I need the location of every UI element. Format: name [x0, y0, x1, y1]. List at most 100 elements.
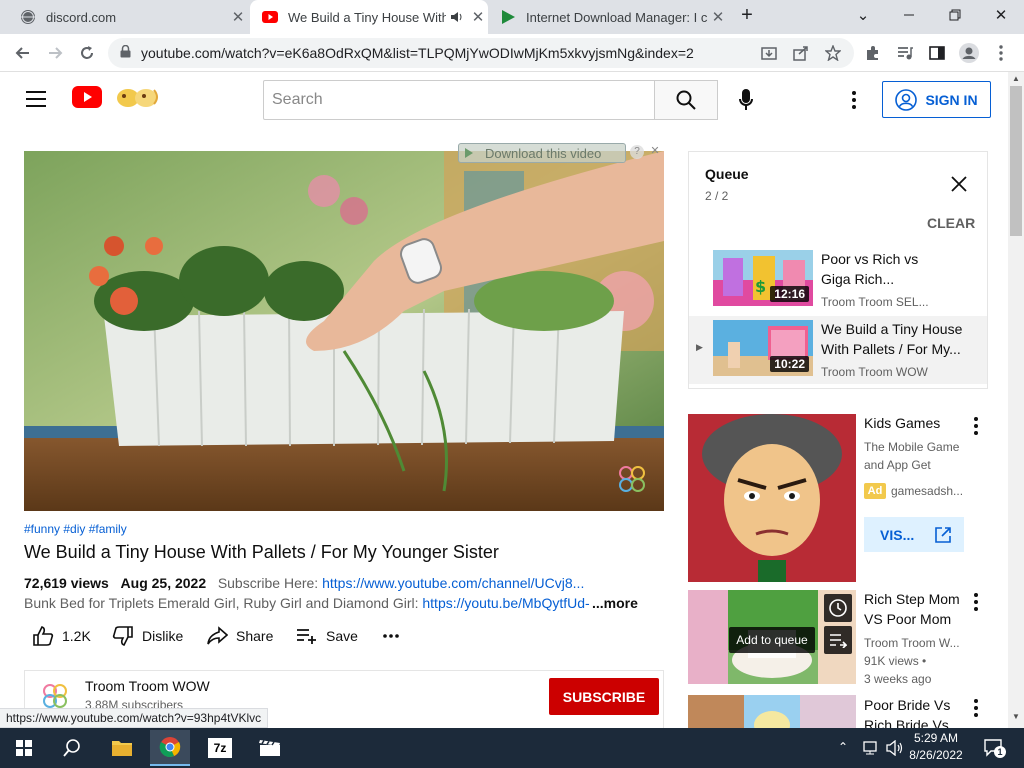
globe-icon [21, 10, 35, 24]
media-control-icon[interactable] [894, 42, 916, 64]
download-close-icon[interactable]: ✕ [648, 144, 662, 158]
subscribe-prefix: Subscribe Here: [217, 575, 319, 591]
tab-title: Internet Download Manager: I ca [526, 9, 708, 25]
back-arrow-icon[interactable] [12, 42, 34, 64]
ad-visit-button[interactable]: VIS... [864, 517, 964, 552]
clear-queue-button[interactable]: CLEAR [927, 215, 975, 231]
bookmark-star-icon[interactable] [822, 42, 844, 64]
queue-item[interactable]: $ 12:16 Poor vs Rich vs Giga Rich... Tro… [689, 242, 987, 310]
tab-idm[interactable]: Internet Download Manager: I ca ✕ [488, 0, 728, 34]
search-icon[interactable] [52, 732, 92, 764]
channel-avatar[interactable] [42, 683, 68, 709]
duration-badge: 10:22 [770, 356, 809, 372]
volume-icon[interactable] [886, 739, 904, 761]
restore-button[interactable] [932, 0, 978, 30]
close-queue-icon[interactable] [951, 176, 971, 196]
tab-discord[interactable]: discord.com ✕ [8, 0, 248, 34]
windows-start-icon[interactable] [4, 732, 44, 764]
channel-name[interactable]: Troom Troom WOW [85, 678, 210, 694]
lock-icon [120, 44, 131, 61]
ad-more-icon[interactable] [968, 416, 984, 436]
video-frame [24, 151, 664, 511]
search-button[interactable] [654, 80, 718, 120]
forward-arrow-icon[interactable] [44, 42, 66, 64]
download-video-button[interactable]: Download this video [458, 143, 626, 163]
search-input[interactable]: Search [263, 80, 655, 120]
tab-close-icon[interactable]: ✕ [708, 8, 728, 26]
ad-thumbnail[interactable] [688, 414, 856, 582]
tab-close-icon[interactable]: ✕ [228, 8, 248, 26]
queue-position: 2 / 2 [705, 189, 729, 203]
voice-search-button[interactable] [726, 80, 766, 120]
tab-search-chevron-icon[interactable]: ⌄ [840, 0, 886, 30]
doodle-logo-icon[interactable] [114, 84, 164, 110]
browser-tab-strip: discord.com ✕ We Build a Tiny House With… [0, 0, 1024, 34]
channel-link[interactable]: https://www.youtube.com/channel/UCvj8... [322, 575, 584, 591]
subscribe-button[interactable]: SUBSCRIBE [549, 678, 659, 715]
add-to-queue-tooltip: Add to queue [729, 627, 815, 653]
hamburger-menu-icon[interactable] [26, 91, 46, 107]
file-explorer-icon[interactable] [102, 732, 142, 764]
playlist-add-icon [297, 629, 316, 644]
like-button[interactable]: 1.2K [32, 624, 91, 648]
scroll-up-arrow-icon[interactable]: ▲ [1012, 74, 1020, 83]
queue-item-current[interactable]: ▶ 10:22 We Build a Tiny House With Palle… [689, 316, 987, 384]
more-actions-button[interactable] [382, 624, 408, 648]
extensions-puzzle-icon[interactable] [862, 42, 884, 64]
ad-title[interactable]: Kids Games [864, 413, 940, 433]
add-to-queue-icon[interactable] [824, 626, 852, 654]
duration-badge: 12:16 [770, 286, 809, 302]
tab-youtube[interactable]: We Build a Tiny House With ✕ [250, 0, 488, 34]
title-line: Poor Bride Vs [864, 697, 951, 713]
ad-description-line: and App Get [864, 458, 931, 472]
watch-later-icon[interactable] [824, 594, 852, 622]
network-icon[interactable] [862, 740, 880, 761]
title-line: VS Poor Mom [864, 611, 952, 627]
minimize-button[interactable] [886, 0, 932, 30]
new-tab-button[interactable]: + [730, 0, 764, 30]
side-panel-icon[interactable] [926, 42, 948, 64]
chrome-icon[interactable] [150, 730, 190, 766]
browser-menu-icon[interactable] [990, 42, 1012, 64]
show-more-link[interactable]: ...more [590, 595, 638, 611]
download-help-icon[interactable]: ? [630, 145, 644, 159]
settings-more-icon[interactable] [846, 90, 862, 110]
download-arrow-icon [465, 148, 473, 158]
7zip-icon[interactable]: 7z [200, 732, 240, 764]
video-title[interactable]: Rich Step Mom VS Poor Mom [864, 589, 960, 629]
video-title[interactable]: Poor Bride Vs Rich Bride Vs [864, 695, 950, 728]
queue-item-channel: Troom Troom WOW [821, 365, 928, 379]
show-hidden-icons-chevron-icon[interactable]: ⌃ [838, 740, 848, 754]
speaker-icon[interactable] [450, 10, 464, 24]
scroll-down-arrow-icon[interactable]: ▼ [1012, 712, 1020, 721]
tab-close-icon[interactable]: ✕ [468, 8, 488, 26]
video-editor-icon[interactable] [250, 732, 290, 764]
description-link[interactable]: https://youtu.be/MbQytfUd- [422, 595, 589, 611]
view-count: 72,619 views [24, 575, 109, 591]
profile-avatar-icon[interactable] [958, 42, 980, 64]
close-window-button[interactable]: ✕ [978, 0, 1024, 30]
video-more-icon[interactable] [968, 698, 984, 718]
share-label: Share [236, 628, 274, 644]
address-bar[interactable]: youtube.com/watch?v=eK6a8OdRxQM&list=TLP… [108, 38, 854, 68]
video-player[interactable] [24, 151, 664, 511]
install-app-icon[interactable] [758, 42, 780, 64]
search-icon [676, 90, 696, 110]
share-button[interactable]: Share [206, 624, 273, 648]
taskbar-clock[interactable]: 5:29 AM 8/26/2022 [906, 730, 966, 764]
now-playing-marker-icon: ▶ [696, 342, 703, 352]
sign-in-button[interactable]: SIGN IN [882, 81, 991, 118]
video-more-icon[interactable] [968, 592, 984, 612]
video-channel: Troom Troom W... [864, 636, 960, 650]
save-button[interactable]: Save [296, 624, 358, 648]
video-thumbnail[interactable] [688, 695, 856, 728]
video-hashtags[interactable]: #funny #diy #family [24, 522, 127, 536]
dislike-button[interactable]: Dislike [112, 624, 183, 648]
like-count: 1.2K [62, 628, 91, 644]
share-page-icon[interactable] [790, 42, 812, 64]
page-scrollbar[interactable]: ▲ ▼ [1008, 72, 1024, 728]
notification-center-icon[interactable]: 1 [984, 738, 1006, 763]
youtube-logo-icon[interactable] [72, 86, 102, 108]
scrollbar-thumb[interactable] [1010, 86, 1022, 236]
reload-icon[interactable] [76, 42, 98, 64]
